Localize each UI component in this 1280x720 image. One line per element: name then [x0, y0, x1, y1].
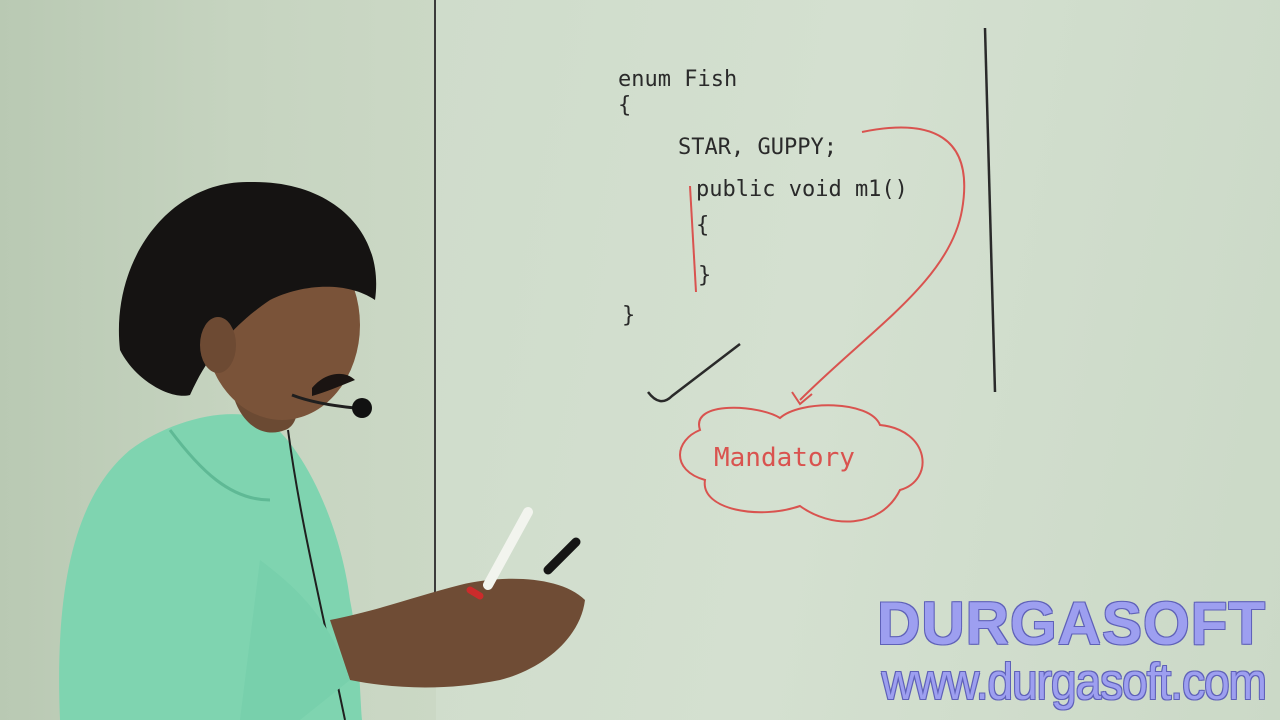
- tick-mark: [647, 343, 741, 403]
- microphone-icon: [352, 398, 372, 418]
- red-arrow: [799, 126, 966, 401]
- mandatory-annotation: Mandatory: [714, 443, 855, 473]
- code-open-brace: {: [618, 93, 631, 118]
- code-inner-open-brace: {: [696, 213, 709, 238]
- code-close-brace: }: [622, 303, 635, 328]
- person-hands: [330, 578, 585, 688]
- board-divider-line: [983, 27, 997, 393]
- white-marker-icon: [483, 507, 533, 590]
- black-marker-icon: [543, 537, 581, 575]
- watermark-url: www.durgasoft.com: [881, 652, 1267, 710]
- code-line-method: public void m1(): [696, 177, 908, 202]
- watermark: DURGASOFT www.durgasoft.com: [877, 590, 1267, 707]
- code-inner-close-brace: }: [698, 263, 711, 288]
- watermark-brand: DURGASOFT: [877, 590, 1266, 657]
- video-frame: enum Fish { STAR, GUPPY; public void m1(…: [0, 0, 1280, 720]
- code-line-enum: enum Fish: [618, 67, 737, 92]
- code-line-constants: STAR, GUPPY;: [678, 135, 837, 160]
- person-ear: [200, 317, 236, 373]
